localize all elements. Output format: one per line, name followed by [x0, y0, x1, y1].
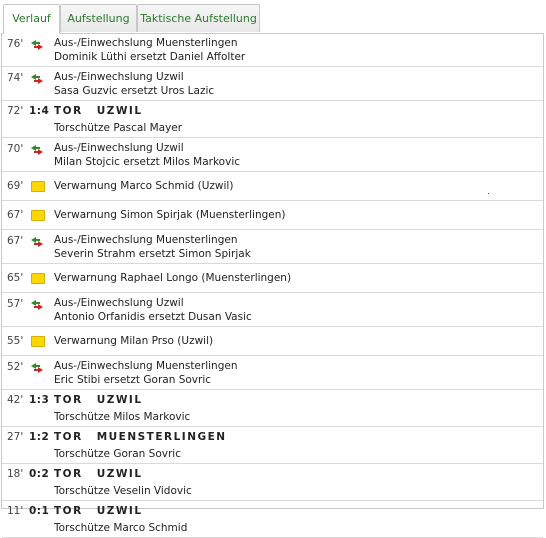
event-minute: 55' — [7, 335, 24, 347]
event-row: 11' 0:1 TOR UZWIL Torschütze Marco Schmid — [2, 501, 543, 538]
substitution-team: Aus-/Einwechslung Muensterlingen — [54, 37, 238, 49]
event-row: 55' Verwarnung Milan Prso (Uzwil) — [2, 327, 543, 356]
substitution-text: Aus-/Einwechslung Muensterlingen Dominik … — [54, 37, 245, 63]
goal-team: UZWIL — [96, 394, 143, 406]
event-row: 69' Verwarnung Marco Schmid (Uzwil) — [2, 172, 543, 201]
match-ticker: Verlauf Aufstellung Taktische Aufstellun… — [1, 3, 544, 538]
substitution-icon — [31, 237, 43, 247]
event-row: 18' 0:2 TOR UZWIL Torschütze Veselin Vidovic — [2, 464, 543, 501]
event-minute: 76' — [7, 38, 24, 50]
substitution-icon — [31, 145, 43, 155]
event-row: 42' 1:3 TOR UZWIL Torschütze Milos Markovic — [2, 390, 543, 427]
yellow-card-icon — [31, 181, 45, 192]
goal-scorer: Torschütze Pascal Mayer — [54, 122, 183, 134]
substitution-icon — [31, 40, 43, 50]
goal-team: UZWIL — [96, 468, 143, 480]
substitution-players: Eric Stibi ersetzt Goran Sovric — [54, 374, 212, 386]
substitution-icon — [31, 300, 43, 310]
goal-heading: TOR UZWIL — [54, 105, 143, 117]
tab-taktische-aufstellung[interactable]: Taktische Aufstellung — [137, 4, 260, 32]
goal-team: UZWIL — [96, 105, 143, 117]
event-minute: 57' — [7, 298, 24, 310]
booking-text: Verwarnung Simon Spirjak (Muensterlingen… — [54, 209, 286, 221]
goal-label: TOR — [54, 505, 83, 517]
event-minute: 18' — [7, 468, 24, 480]
event-minute: 65' — [7, 272, 24, 284]
booking-text: Verwarnung Milan Prso (Uzwil) — [54, 335, 214, 347]
substitution-icon — [31, 74, 43, 84]
goal-label: TOR — [54, 105, 83, 117]
substitution-text: Aus-/Einwechslung Uzwil Milan Stojcic ers… — [54, 142, 240, 168]
goal-score: 1:2 — [29, 431, 50, 443]
substitution-team: Aus-/Einwechslung Uzwil — [54, 71, 184, 83]
substitution-text: Aus-/Einwechslung Muensterlingen Eric Sti… — [54, 360, 237, 386]
event-minute: 11' — [7, 505, 24, 517]
substitution-icon — [31, 363, 43, 373]
booking-text: Verwarnung Marco Schmid (Uzwil) — [54, 180, 234, 192]
event-row: 74' Aus-/Einwechslung Uzwil Sasa Guzvic er… — [2, 67, 543, 101]
substitution-team: Aus-/Einwechslung Muensterlingen — [54, 234, 238, 246]
event-minute: 42' — [7, 394, 24, 406]
substitution-players: Antonio Orfanidis ersetzt Dusan Vasic — [54, 311, 252, 323]
goal-scorer: Torschütze Goran Sovric — [54, 448, 181, 460]
substitution-team: Aus-/Einwechslung Muensterlingen — [54, 360, 238, 372]
event-minute: 67' — [7, 235, 24, 247]
event-list: 76' Aus-/Einwechslung Muensterlingen Domin… — [1, 33, 544, 538]
substitution-team: Aus-/Einwechslung Uzwil — [54, 142, 184, 154]
substitution-text: Aus-/Einwechslung Muensterlingen Severin … — [54, 234, 251, 260]
event-row: 57' Aus-/Einwechslung Uzwil Antonio Orfani… — [2, 293, 543, 327]
goal-heading: TOR MUENSTERLINGEN — [54, 431, 227, 443]
goal-team: UZWIL — [96, 505, 143, 517]
event-row: 52' Aus-/Einwechslung Muensterlingen Eric … — [2, 356, 543, 390]
event-minute: 72' — [7, 105, 24, 117]
event-minute: 27' — [7, 431, 24, 443]
tab-aufstellung[interactable]: Aufstellung — [60, 4, 137, 32]
goal-score: 0:1 — [29, 505, 50, 517]
stray-dot — [488, 193, 489, 194]
event-row: 27' 1:2 TOR MUENSTERLINGEN Torschütze Goran … — [2, 427, 543, 464]
event-row: 67' Aus-/Einwechslung Muensterlingen Sever… — [2, 230, 543, 264]
substitution-players: Milan Stojcic ersetzt Milos Markovic — [54, 156, 241, 168]
event-minute: 70' — [7, 143, 24, 155]
goal-scorer: Torschütze Milos Markovic — [54, 411, 191, 423]
event-row: 70' Aus-/Einwechslung Uzwil Milan Stojcic … — [2, 138, 543, 172]
event-row: 76' Aus-/Einwechslung Muensterlingen Domin… — [2, 33, 543, 67]
goal-score: 1:4 — [29, 105, 50, 117]
goal-heading: TOR UZWIL — [54, 505, 143, 517]
goal-scorer: Torschütze Marco Schmid — [54, 522, 188, 534]
goal-scorer: Torschütze Veselin Vidovic — [54, 485, 192, 497]
event-row: 72' 1:4 TOR UZWIL Torschütze Pascal Mayer — [2, 101, 543, 138]
substitution-players: Dominik Lüthi ersetzt Daniel Affolter — [54, 51, 246, 63]
goal-label: TOR — [54, 468, 83, 480]
event-minute: 74' — [7, 72, 24, 84]
event-minute: 67' — [7, 209, 24, 221]
yellow-card-icon — [31, 273, 45, 284]
event-row: 65' Verwarnung Raphael Longo (Muensterlin… — [2, 264, 543, 293]
goal-heading: TOR UZWIL — [54, 394, 143, 406]
goal-team: MUENSTERLINGEN — [96, 431, 227, 443]
goal-score: 0:2 — [29, 468, 50, 480]
event-minute: 52' — [7, 361, 24, 373]
substitution-text: Aus-/Einwechslung Uzwil Antonio Orfanidis… — [54, 297, 252, 323]
booking-text: Verwarnung Raphael Longo (Muensterlingen… — [54, 272, 292, 284]
goal-label: TOR — [54, 431, 83, 443]
yellow-card-icon — [31, 210, 45, 221]
substitution-text: Aus-/Einwechslung Uzwil Sasa Guzvic erset… — [54, 71, 214, 97]
yellow-card-icon — [31, 336, 45, 347]
substitution-team: Aus-/Einwechslung Uzwil — [54, 297, 184, 309]
goal-heading: TOR UZWIL — [54, 468, 143, 480]
substitution-players: Severin Strahm ersetzt Simon Spirjak — [54, 248, 251, 260]
event-minute: 69' — [7, 180, 24, 192]
goal-label: TOR — [54, 394, 83, 406]
tab-verlauf[interactable]: Verlauf — [3, 4, 60, 34]
event-row: 67' Verwarnung Simon Spirjak (Muensterlin… — [2, 201, 543, 230]
goal-score: 1:3 — [29, 394, 50, 406]
substitution-players: Sasa Guzvic ersetzt Uros Lazic — [54, 85, 215, 97]
tab-bar: Verlauf Aufstellung Taktische Aufstellun… — [1, 3, 544, 34]
